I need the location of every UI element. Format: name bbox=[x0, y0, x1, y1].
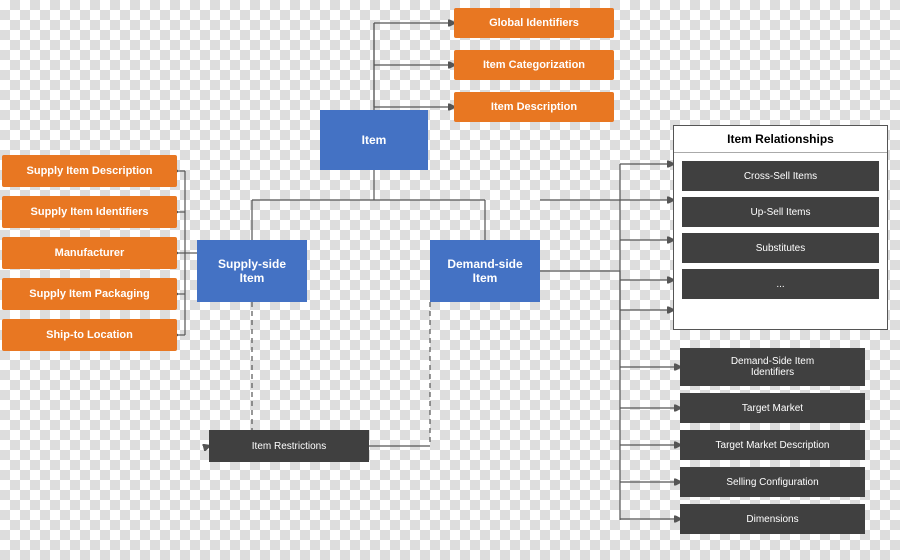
ship-to-location-box: Ship-to Location bbox=[2, 319, 177, 351]
item-box: Item bbox=[320, 110, 428, 170]
item-description-top-box: Item Description bbox=[454, 92, 614, 122]
cross-sell-box: Cross-Sell Items bbox=[682, 161, 879, 191]
target-market-desc-box: Target Market Description bbox=[680, 430, 865, 460]
item-categorization-box: Item Categorization bbox=[454, 50, 614, 80]
manufacturer-box: Manufacturer bbox=[2, 237, 177, 269]
selling-configuration-box: Selling Configuration bbox=[680, 467, 865, 497]
up-sell-box: Up-Sell Items bbox=[682, 197, 879, 227]
more-box: ... bbox=[682, 269, 879, 299]
dimensions-box: Dimensions bbox=[680, 504, 865, 534]
supply-item-packaging-box: Supply Item Packaging bbox=[2, 278, 177, 310]
supply-side-box: Supply-side Item bbox=[197, 240, 307, 302]
demand-side-box: Demand-side Item bbox=[430, 240, 540, 302]
supply-item-description-box: Supply Item Description bbox=[2, 155, 177, 187]
global-identifiers-box: Global Identifiers bbox=[454, 8, 614, 38]
item-relationships-title: Item Relationships bbox=[674, 126, 887, 153]
item-restrictions-box: Item Restrictions bbox=[209, 430, 369, 462]
demand-identifiers-box: Demand-Side Item Identifiers bbox=[680, 348, 865, 386]
item-relationships-panel: Item Relationships Cross-Sell Items Up-S… bbox=[673, 125, 888, 330]
substitutes-box: Substitutes bbox=[682, 233, 879, 263]
target-market-box: Target Market bbox=[680, 393, 865, 423]
diagram: Item Supply-side Item Demand-side Item G… bbox=[0, 0, 900, 560]
supply-item-identifiers-box: Supply Item Identifiers bbox=[2, 196, 177, 228]
